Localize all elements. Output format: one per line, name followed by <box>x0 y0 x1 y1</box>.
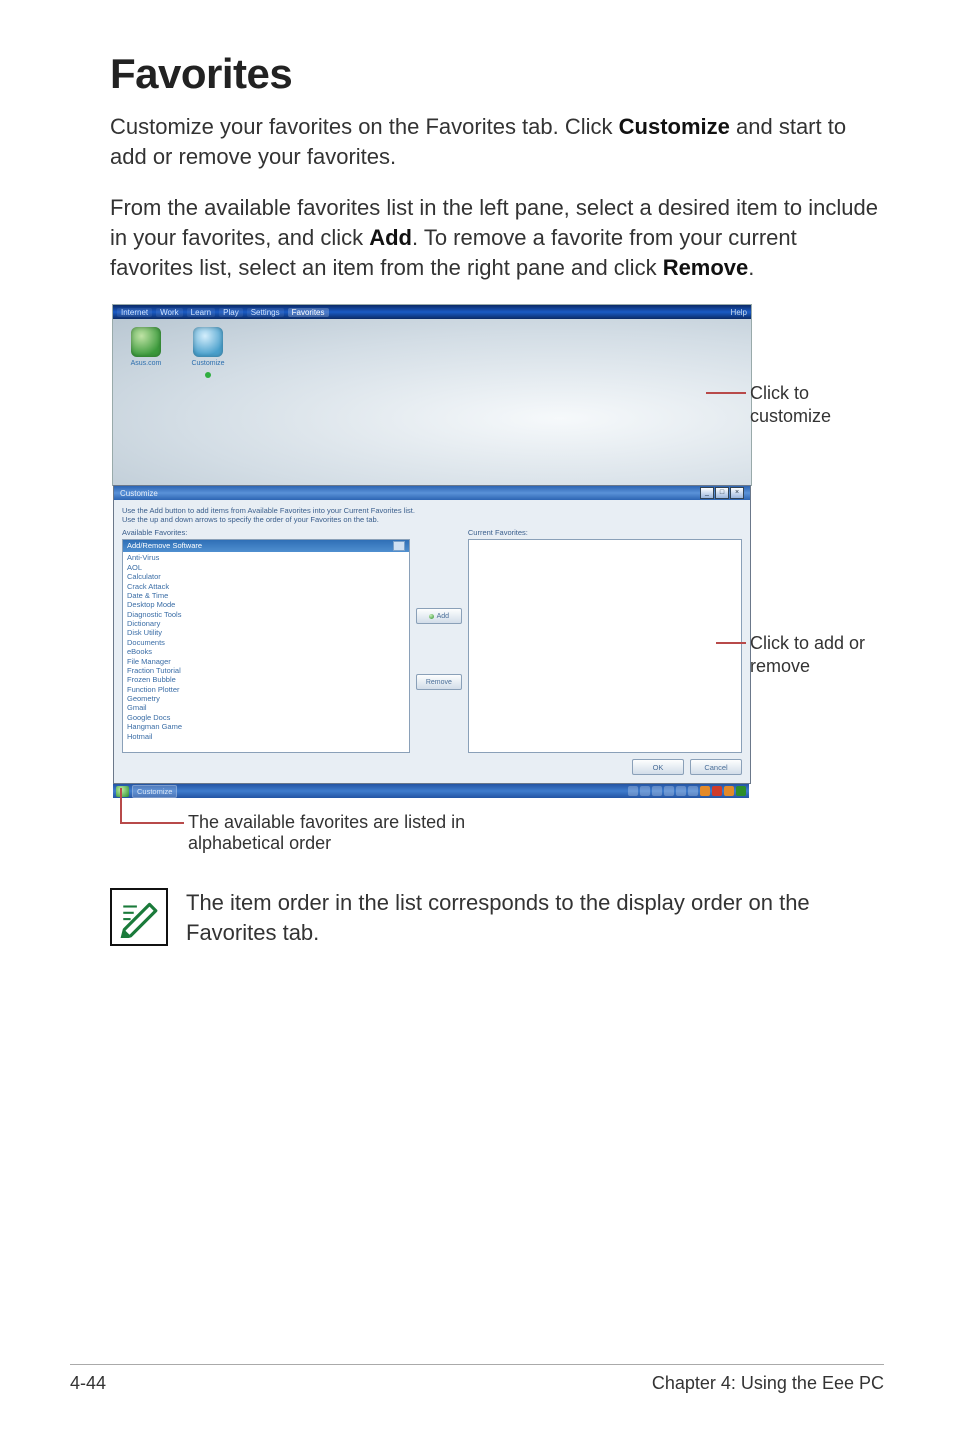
p2-b1: Add <box>369 225 412 250</box>
launcher-customize-label: Customize <box>191 360 224 367</box>
tab-internet[interactable]: Internet <box>117 308 152 317</box>
list-item[interactable]: Hangman Game <box>127 722 405 731</box>
list-item[interactable]: Diagnostic Tools <box>127 610 405 619</box>
list-item[interactable]: Documents <box>127 638 405 647</box>
list-item[interactable]: Desktop Mode <box>127 600 405 609</box>
app-titlebar: Internet Work Learn Play Settings Favori… <box>113 305 751 319</box>
p2-b2: Remove <box>663 255 749 280</box>
figure-caption: The available favorites are listed in al… <box>110 812 884 854</box>
list-item[interactable]: Gmail <box>127 703 405 712</box>
globe-icon <box>131 327 161 357</box>
tray-icon[interactable] <box>712 786 722 796</box>
list-item[interactable]: File Manager <box>127 657 405 666</box>
tray-icon[interactable] <box>652 786 662 796</box>
note-block: The item order in the list corresponds t… <box>110 888 884 947</box>
page-title: Favorites <box>110 50 884 98</box>
system-tray <box>628 786 746 796</box>
tab-settings[interactable]: Settings <box>247 308 284 317</box>
tray-icon[interactable] <box>640 786 650 796</box>
taskbar: Customize <box>113 784 749 798</box>
window-buttons: _ □ × <box>700 487 744 499</box>
list-item[interactable]: Function Plotter <box>127 685 405 694</box>
tray-icon[interactable] <box>628 786 638 796</box>
maximize-button[interactable]: □ <box>715 487 729 499</box>
tray-icon[interactable] <box>736 786 746 796</box>
customize-icon <box>193 327 223 357</box>
list-header: Add/Remove Software <box>127 541 202 551</box>
close-button[interactable]: × <box>730 487 744 499</box>
list-item[interactable]: Frozen Bubble <box>127 675 405 684</box>
launcher-asus-label: Asus.com <box>131 360 162 367</box>
page-footer: 4-44 Chapter 4: Using the Eee PC <box>70 1364 884 1394</box>
tray-icon[interactable] <box>676 786 686 796</box>
dialog-hint-2: Use the up and down arrows to specify th… <box>122 515 742 524</box>
caption-line-2: alphabetical order <box>188 833 465 854</box>
intro-paragraph-2: From the available favorites list in the… <box>110 193 884 282</box>
chapter-label: Chapter 4: Using the Eee PC <box>652 1373 884 1394</box>
callout-customize: Click to customize <box>750 382 884 427</box>
intro-paragraph-1: Customize your favorites on the Favorite… <box>110 112 884 171</box>
current-listbox[interactable] <box>468 539 742 753</box>
tab-favorites[interactable]: Favorites <box>288 308 329 317</box>
help-link[interactable]: Help <box>731 308 747 317</box>
p1-bold: Customize <box>619 114 730 139</box>
page-number: 4-44 <box>70 1373 106 1394</box>
tray-icon[interactable] <box>664 786 674 796</box>
figure-row: Internet Work Learn Play Settings Favori… <box>110 304 884 798</box>
available-label: Available Favorites: <box>122 528 410 537</box>
customize-dialog: Customize _ □ × Use the Add button to ad… <box>113 485 751 784</box>
customize-dot-icon <box>205 372 211 378</box>
minimize-button[interactable]: _ <box>700 487 714 499</box>
ok-button[interactable]: OK <box>632 759 684 775</box>
app-window: Internet Work Learn Play Settings Favori… <box>112 304 752 486</box>
list-item[interactable]: eBooks <box>127 647 405 656</box>
list-item[interactable]: Calculator <box>127 572 405 581</box>
tray-icon[interactable] <box>688 786 698 796</box>
dialog-titlebar: Customize _ □ × <box>114 486 750 500</box>
screenshot: Internet Work Learn Play Settings Favori… <box>110 304 752 798</box>
tray-icon[interactable] <box>724 786 734 796</box>
p2-end: . <box>748 255 754 280</box>
cancel-button[interactable]: Cancel <box>690 759 742 775</box>
dialog-title: Customize <box>120 489 158 498</box>
list-item[interactable]: Fraction Tutorial <box>127 666 405 675</box>
taskbar-task[interactable]: Customize <box>132 785 177 798</box>
list-item[interactable]: Disk Utility <box>127 628 405 637</box>
callout-add-remove: Click to add or remove <box>750 632 865 677</box>
note-icon <box>110 888 168 946</box>
tray-icon[interactable] <box>700 786 710 796</box>
caption-line-1: The available favorites are listed in <box>188 812 465 833</box>
sort-toggle[interactable] <box>393 541 405 551</box>
note-text: The item order in the list corresponds t… <box>186 888 884 947</box>
launcher-customize[interactable]: Customize <box>185 327 231 378</box>
dialog-hint-1: Use the Add button to add items from Ava… <box>122 506 742 515</box>
add-button[interactable]: Add <box>416 608 462 624</box>
tab-work[interactable]: Work <box>156 308 183 317</box>
launcher-asus[interactable]: Asus.com <box>123 327 169 367</box>
list-item[interactable]: Dictionary <box>127 619 405 628</box>
list-item[interactable]: Google Docs <box>127 713 405 722</box>
list-item[interactable]: AOL <box>127 563 405 572</box>
current-label: Current Favorites: <box>468 528 742 537</box>
remove-button[interactable]: Remove <box>416 674 462 690</box>
p1-pre: Customize your favorites on the Favorite… <box>110 114 619 139</box>
list-item[interactable]: Geometry <box>127 694 405 703</box>
list-item[interactable]: Date & Time <box>127 591 405 600</box>
list-item[interactable]: Crack Attack <box>127 582 405 591</box>
tab-learn[interactable]: Learn <box>187 308 215 317</box>
list-item[interactable]: Anti-Virus <box>127 553 405 562</box>
list-item[interactable]: Hotmail <box>127 732 405 741</box>
start-button[interactable] <box>116 786 129 797</box>
available-listbox[interactable]: Add/Remove Software Anti-VirusAOLCalcula… <box>122 539 410 753</box>
tab-play[interactable]: Play <box>219 308 243 317</box>
